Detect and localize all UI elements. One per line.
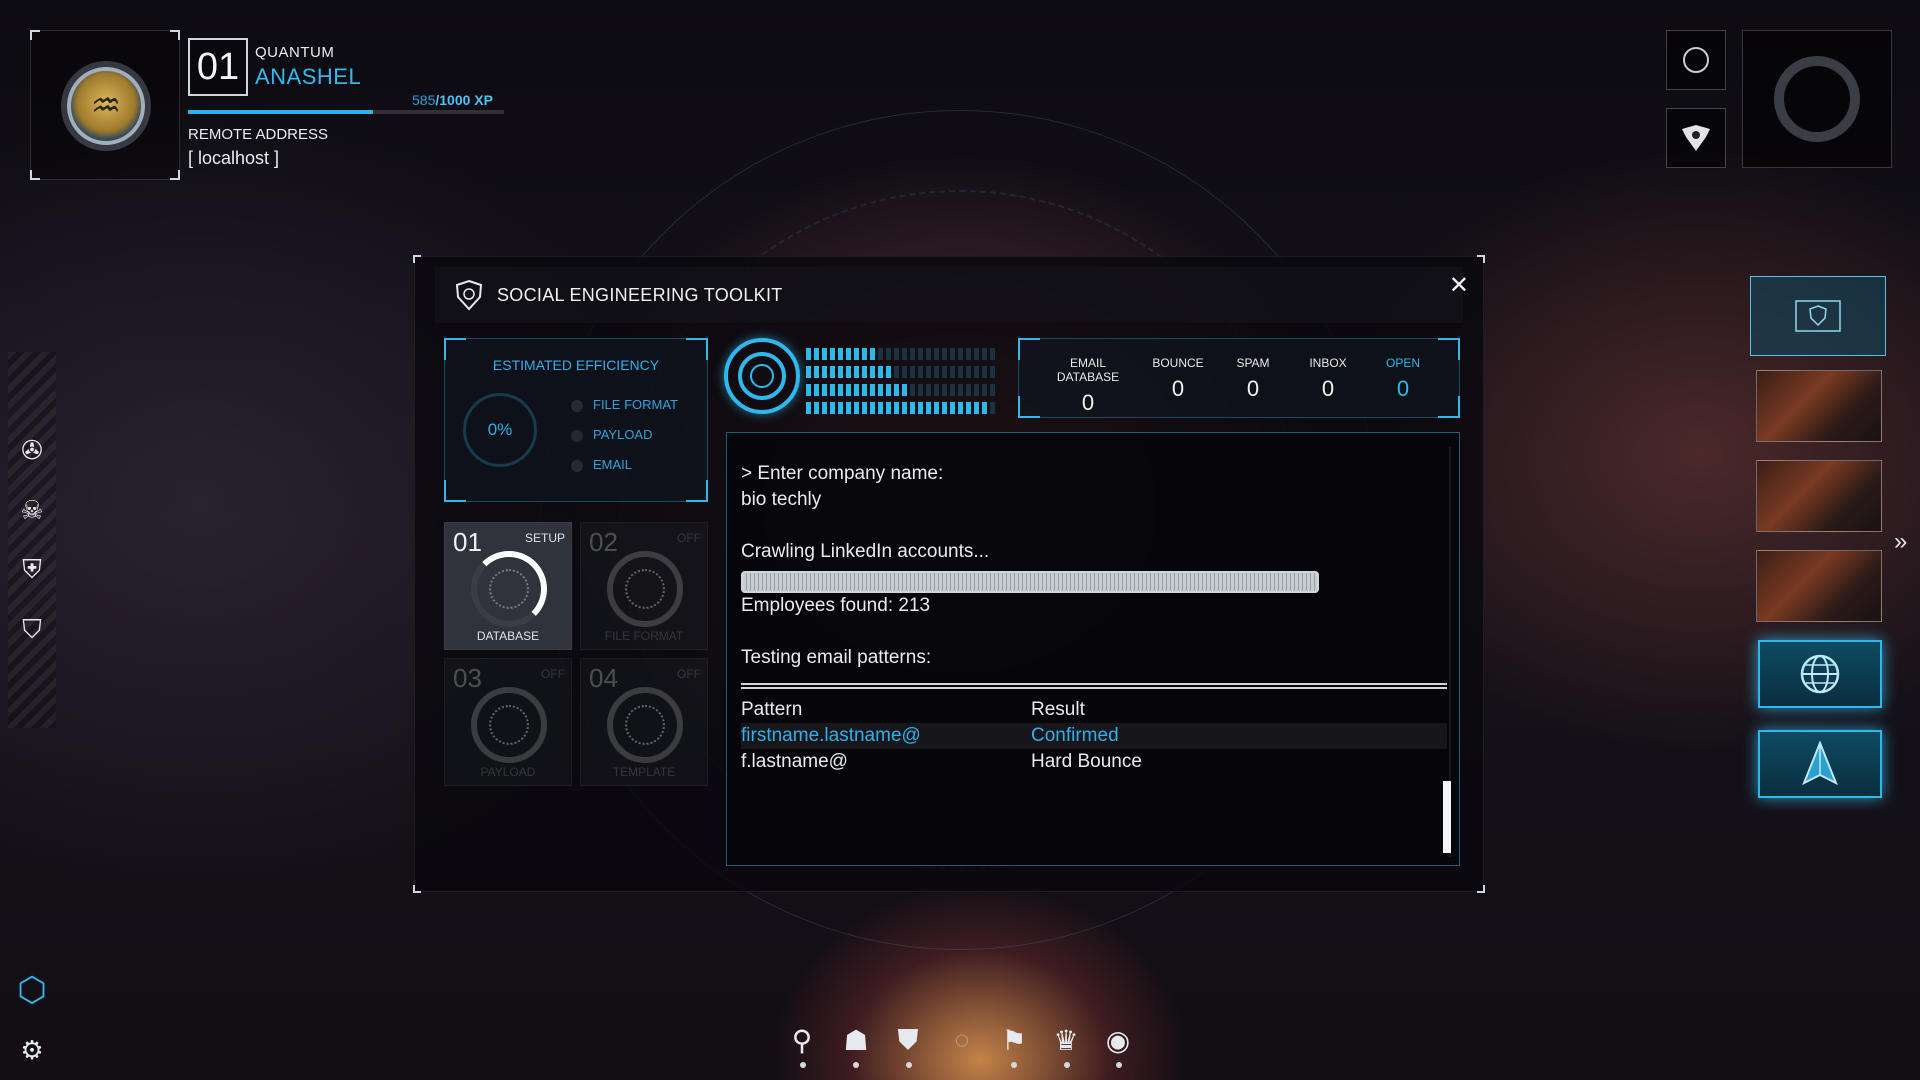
app-thumb-2[interactable]	[1756, 370, 1882, 442]
step-database[interactable]: 01 SETUP DATABASE	[444, 522, 572, 650]
efficiency-item-payload: PAYLOAD	[571, 427, 652, 442]
table-row: firstname.lastname@ Confirmed	[741, 723, 1447, 749]
gear-icon[interactable]: ⚙	[12, 1030, 52, 1070]
efficiency-item-file-format: FILE FORMAT	[571, 397, 678, 412]
player-name: ANASHEL	[255, 64, 361, 90]
efficiency-gauge: 0%	[463, 393, 537, 467]
shield-app-icon	[455, 279, 483, 311]
estimated-efficiency-panel: ESTIMATED EFFICIENCY 0% FILE FORMAT PAYL…	[444, 338, 708, 502]
stat-open: OPEN0	[1353, 356, 1453, 402]
app-thumb-social-engineering[interactable]	[1750, 276, 1886, 356]
status-slot-button[interactable]	[1666, 30, 1726, 90]
browser-app-button[interactable]	[1758, 640, 1882, 708]
terminal-employees: Employees found: 213	[741, 595, 930, 617]
window-title: SOCIAL ENGINEERING TOOLKIT	[497, 285, 783, 306]
pyramid-icon	[1800, 741, 1840, 787]
efficiency-title: ESTIMATED EFFICIENCY	[445, 357, 707, 373]
remote-address-value: [ localhost ]	[188, 148, 279, 169]
efficiency-value: 0%	[488, 420, 513, 440]
terminal-prompt: > Enter company name:	[741, 463, 943, 485]
compass-icon[interactable]: ✇	[12, 430, 52, 470]
efficiency-item-email: EMAIL	[571, 457, 632, 472]
hex-logo-icon[interactable]: ⬡	[12, 970, 52, 1010]
pyramid-app-button[interactable]	[1758, 730, 1882, 798]
hawk-shield-icon[interactable]: ⛉	[12, 610, 52, 650]
step-template[interactable]: 04 OFF TEMPLATE	[580, 658, 708, 786]
ring-icon	[1769, 51, 1865, 147]
xp-progress-bar	[188, 110, 504, 114]
app-thumb-4[interactable]	[1756, 550, 1882, 622]
terminal-crawling: Crawling LinkedIn accounts...	[741, 541, 989, 563]
rank-emblem-icon: ♒	[67, 67, 145, 145]
remote-address-label: REMOTE ADDRESS	[188, 126, 328, 143]
table-row: f.lastname@ Hard Bounce	[741, 749, 1447, 775]
terminal-output[interactable]: > Enter company name: bio techly Crawlin…	[726, 432, 1460, 866]
dock-crown-icon[interactable]: ♛	[1044, 1018, 1088, 1062]
terminal-divider	[741, 683, 1447, 689]
winged-shield-icon	[1679, 123, 1713, 153]
player-level: 01	[188, 38, 248, 96]
network-status-panel[interactable]	[1742, 30, 1892, 168]
dock-shield-w-icon[interactable]: ⛊	[886, 1018, 930, 1062]
crawl-progress-bar	[741, 571, 1319, 593]
terminal-company: bio techly	[741, 489, 821, 511]
skull-shield-icon[interactable]: ☠	[12, 490, 52, 530]
dock-eye-icon[interactable]: ◉	[1096, 1018, 1140, 1062]
window-titlebar[interactable]: SOCIAL ENGINEERING TOOLKIT	[435, 267, 1463, 323]
close-button[interactable]: ✕	[1449, 271, 1469, 300]
left-sidebar	[8, 352, 56, 728]
shield-app-icon	[1795, 300, 1841, 332]
terminal-testing: Testing email patterns:	[741, 647, 931, 669]
circle-icon	[1681, 45, 1711, 75]
activity-bars	[806, 348, 996, 420]
reactor-core-icon	[724, 338, 800, 414]
player-badge[interactable]: ♒	[30, 30, 180, 180]
dock-empty-slot-icon[interactable]: ○	[940, 1018, 984, 1062]
step-file-format[interactable]: 02 OFF FILE FORMAT	[580, 522, 708, 650]
globe-icon	[1798, 652, 1842, 696]
stat-email-database: EMAIL DATABASE0	[1038, 356, 1138, 416]
dock-map-pin-icon[interactable]: ⚑	[992, 1018, 1036, 1062]
dock-agent-icon[interactable]: ☗	[834, 1018, 878, 1062]
pattern-table-header: Pattern Result	[741, 697, 1447, 723]
dock-nodes-icon[interactable]: ⚲	[780, 1018, 824, 1062]
app-thumb-3[interactable]	[1756, 460, 1882, 532]
step-payload[interactable]: 03 OFF PAYLOAD	[444, 658, 572, 786]
xp-readout: 585/1000 XP	[412, 92, 493, 108]
expand-panel-chevron-icon[interactable]: »	[1894, 528, 1907, 556]
player-rank: QUANTUM	[255, 44, 334, 61]
crew-emblem-button[interactable]	[1666, 108, 1726, 168]
checkered-shield-icon[interactable]: ⛨	[12, 550, 52, 590]
terminal-scrollbar-thumb[interactable]	[1443, 781, 1451, 853]
